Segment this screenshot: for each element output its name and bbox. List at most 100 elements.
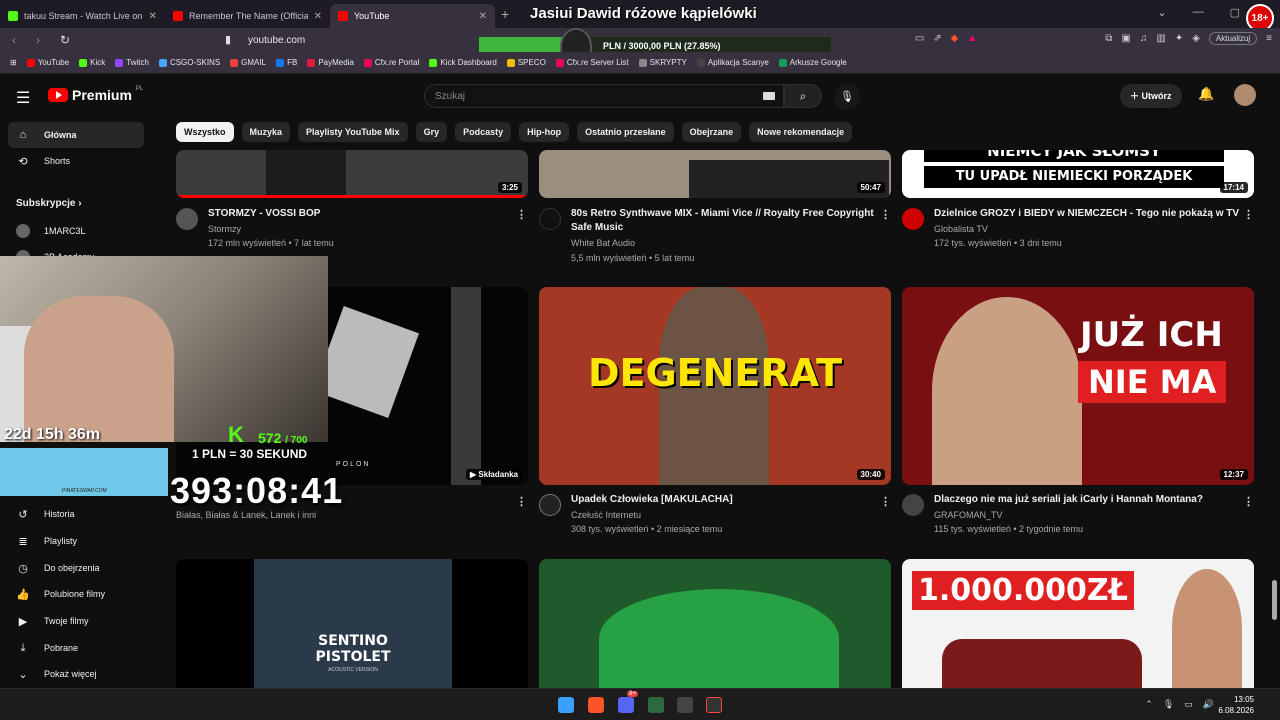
browser-tab-kick[interactable]: takuu Stream - Watch Live on Kick ✕ [0,4,165,28]
chip-watched[interactable]: Obejrzane [681,122,742,142]
bookmark-item[interactable]: FB [276,58,297,67]
bookmark-item[interactable]: SKRYPTY [638,58,687,67]
voice-search-button[interactable]: 🎙 [834,84,860,110]
channel-avatar[interactable] [539,494,561,516]
new-tab-button[interactable]: + [501,6,509,22]
close-icon[interactable]: ✕ [479,11,487,22]
subscriptions-header[interactable]: Subskrypcje › [16,198,82,209]
windows-start-icon[interactable] [558,697,574,713]
screen-icon[interactable]: ▭ [915,33,924,44]
sidebar-item-sub[interactable]: 1MARC3L [8,218,144,244]
chip-podcasts[interactable]: Podcasty [455,122,512,142]
create-button[interactable]: ＋ Utwórz [1120,84,1182,108]
more-options-icon[interactable]: ⋮ [880,208,891,221]
update-button[interactable]: Aktualizuj [1208,32,1258,45]
minimize-button[interactable]: — [1193,6,1204,19]
youtube-logo[interactable]: Premium PL [48,86,143,103]
brave-icon[interactable] [588,697,604,713]
channel-name[interactable]: Stormzy [208,222,241,237]
display-icon[interactable]: ▭ [1184,699,1193,710]
video-thumbnail[interactable]: NIEMCY JAK SŁOMSY TU UPADŁ NIEMIECKI POR… [902,150,1254,198]
chip-all[interactable]: Wszystko [176,122,234,142]
keyboard-icon[interactable] [763,92,775,100]
video-title[interactable]: Upadek Człowieka [MAKULACHA] [571,493,871,507]
channel-name[interactable]: White Bat Audio [571,236,635,251]
bookmark-item[interactable]: Kick [79,58,105,67]
chip-hiphop[interactable]: Hip-hop [519,122,570,142]
close-icon[interactable]: ✕ [314,11,322,22]
browser-tab-youtube[interactable]: YouTube ✕ [330,4,495,28]
sidebar-item-liked[interactable]: 👍 Polubione filmy [8,581,144,607]
video-thumbnail[interactable]: 1.000.000ZŁ [902,559,1254,688]
chip-music[interactable]: Muzyka [241,122,291,142]
channel-avatar[interactable] [176,208,198,230]
video-thumbnail[interactable]: JUŻ ICH NIE MA 12:37 [902,287,1254,485]
sidebar-item-downloads[interactable]: ⤓ Pobrane [8,635,144,661]
discord-icon[interactable]: 9+ [618,691,638,713]
more-options-icon[interactable]: ⋮ [1243,495,1254,508]
leo-icon[interactable]: ✦ [1175,33,1183,44]
menu-icon[interactable]: ≡ [1266,33,1272,44]
video-title[interactable]: 80s Retro Synthwave MIX - Miami Vice // … [571,207,881,235]
chip-mix[interactable]: Playlisty YouTube Mix [298,122,408,142]
bookmark-item[interactable]: Cfx.re Portal [363,58,419,67]
channel-name[interactable]: Globalista TV [934,222,988,237]
sidebar-item-your-videos[interactable]: ▶ Twoje filmy [8,608,144,634]
rewards-icon[interactable]: ▲ [967,33,977,44]
sidebar-item-home[interactable]: ⌂ Główna [8,122,144,148]
music-icon[interactable]: ♫ [1140,33,1148,44]
page-scrollbar[interactable] [1272,580,1277,620]
maximize-button[interactable]: ▢ [1230,6,1240,19]
bookmark-item[interactable]: Kick Dashboard [429,58,497,67]
bookmark-item[interactable]: SPECO [506,58,546,67]
video-thumbnail[interactable]: 3:25 [176,150,528,198]
channel-avatar[interactable] [539,208,561,230]
forward-icon[interactable]: › [36,33,48,47]
video-thumbnail[interactable]: 50:47 [539,150,891,198]
app-icon[interactable] [706,697,722,713]
sidebar-icon[interactable]: ▥ [1156,33,1165,44]
chevron-down-icon[interactable]: ⌄ [1157,6,1166,19]
sidebar-item-history[interactable]: ↺ Historia [8,501,144,527]
volume-icon[interactable]: 🔊 [1203,699,1214,710]
sidebar-item-playlists[interactable]: ≣ Playlisty [8,528,144,554]
sidebar-item-shorts[interactable]: ⟲ Shorts [8,148,144,174]
channel-avatar[interactable] [902,494,924,516]
bookmark-item[interactable]: YouTube [26,58,69,67]
reload-icon[interactable]: ↻ [60,33,72,47]
vpn-icon[interactable]: ◈ [1192,33,1200,44]
bookmark-item[interactable]: Cfx.re Server List [555,58,629,67]
sidebar-item-watch-later[interactable]: ◷ Do obejrzenia [8,555,144,581]
search-input[interactable]: Szukaj [424,84,784,108]
system-clock[interactable]: 13:05 6.08.2026 [1218,694,1254,716]
hamburger-menu-icon[interactable]: ☰ [16,88,30,108]
bookmark-item[interactable]: GMAIL [230,58,266,67]
browser-tab-remember[interactable]: Remember The Name (Official Video) ✕ [165,4,330,28]
bookmark-item[interactable]: Twitch [115,58,149,67]
more-options-icon[interactable]: ⋮ [1243,208,1254,221]
bookmark-item[interactable]: CSGO-SKINS [158,58,220,67]
more-options-icon[interactable]: ⋮ [880,495,891,508]
search-button[interactable]: ⌕ [784,84,822,108]
bookmark-item[interactable]: PayMedia [307,58,354,67]
microphone-icon[interactable]: 🎙 [1163,699,1174,710]
sidebar-item-show-more[interactable]: ⌄ Pokaż więcej [8,661,144,687]
excel-icon[interactable] [648,697,664,713]
back-icon[interactable]: ‹ [12,33,24,47]
chevron-up-icon[interactable]: ⌃ [1145,699,1153,710]
more-options-icon[interactable]: ⋮ [516,495,527,508]
chip-new[interactable]: Nowe rekomendacje [749,122,853,142]
video-title[interactable]: Dzielnice GROZY i BIEDY w NIEMCZECH - Te… [934,207,1244,221]
video-title[interactable]: STORMZY - VOSSI BOP [208,207,508,221]
notifications-bell-icon[interactable]: 🔔 [1198,86,1214,102]
share-icon[interactable]: ⇗ [933,33,941,44]
close-icon[interactable]: ✕ [149,11,157,22]
chip-recent[interactable]: Ostatnio przesłane [577,122,674,142]
channel-name[interactable]: Czełuść Internetu [571,508,641,523]
extensions-icon[interactable]: ⧉ [1105,33,1112,44]
apps-icon[interactable]: ⊞ [10,58,17,67]
user-avatar[interactable] [1234,84,1256,106]
video-thumbnail[interactable] [539,559,891,688]
brave-shield-icon[interactable]: ◆ [951,33,959,44]
video-thumbnail[interactable]: SENTINO PISTOLET ACOUSTIC VERSION [176,559,528,688]
